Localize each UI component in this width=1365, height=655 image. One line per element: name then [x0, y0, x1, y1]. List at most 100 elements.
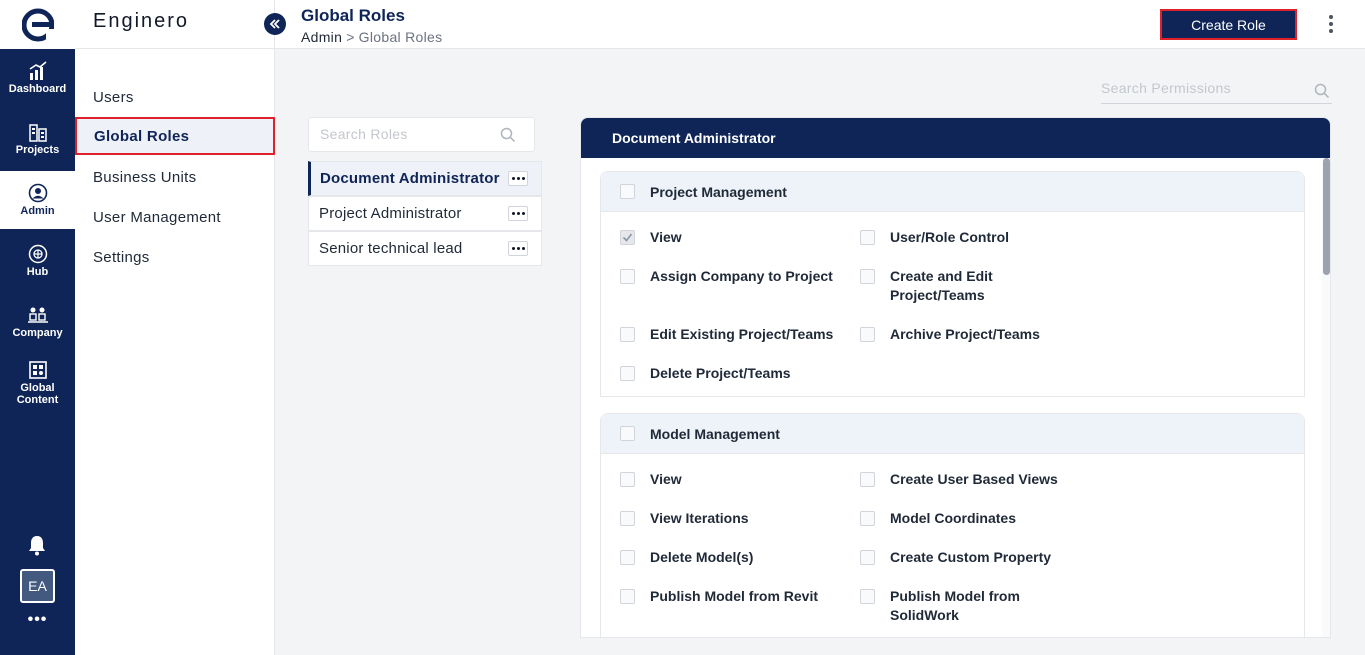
dot [521, 212, 525, 215]
notifications-button[interactable] [26, 534, 48, 561]
permission-label: Publish Model from [890, 588, 1020, 604]
global-content-icon [28, 361, 47, 379]
permission-label: Create User Based Views [890, 471, 1058, 487]
permission-item: Model Coordinates [860, 509, 1016, 528]
permission-label: Publish Model from Revit [650, 588, 819, 604]
permission-label: Delete Project/Teams [650, 365, 791, 381]
subnav-item-global-roles[interactable]: Global Roles [75, 117, 275, 155]
breadcrumb-separator: > [346, 29, 355, 45]
permission-checkbox[interactable] [860, 327, 875, 342]
checkmark-icon [622, 233, 633, 242]
search-roles-input[interactable] [320, 126, 490, 142]
permission-checkbox[interactable] [620, 550, 635, 565]
permission-checkbox[interactable] [620, 230, 635, 245]
permission-checkbox[interactable] [860, 589, 875, 604]
search-roles [308, 117, 535, 152]
subnav-item-users[interactable]: Users [75, 79, 275, 115]
permission-item: Create Custom Property [860, 548, 1051, 567]
permission-item: Create User Based Views [860, 470, 1058, 489]
scrollbar-thumb[interactable] [1323, 158, 1330, 275]
kebab-dot [1329, 15, 1333, 19]
role-item-senior-technical-lead[interactable]: Senior technical lead [308, 231, 542, 266]
permission-checkbox[interactable] [860, 269, 875, 284]
brand-name: Enginero [93, 10, 190, 32]
permission-item: Publish Model from Revit [620, 587, 818, 606]
collapse-sidebar-button[interactable] [264, 13, 286, 35]
permission-label: View Iterations [650, 510, 749, 526]
search-permissions-input[interactable] [1101, 80, 1301, 96]
permission-checkbox[interactable] [860, 550, 875, 565]
dot [521, 177, 525, 180]
create-role-button[interactable]: Create Role [1160, 9, 1297, 40]
search-permissions [1101, 80, 1332, 104]
kebab-dot [1329, 29, 1333, 33]
group-select-all-checkbox[interactable] [620, 184, 635, 199]
breadcrumb-current: Global Roles [358, 29, 443, 45]
permission-checkbox[interactable] [620, 511, 635, 526]
rail-item-global-content[interactable]: Global Content [0, 352, 75, 414]
company-people-icon [27, 307, 48, 323]
permission-group-project-management: Project Management View User/Role Contro… [600, 171, 1305, 397]
role-item-document-administrator[interactable]: Document Administrator [308, 161, 542, 196]
permission-checkbox[interactable] [620, 589, 635, 604]
permission-label-wrap: Create and Edit Project/Teams [890, 267, 993, 305]
rail-label: Projects [15, 144, 60, 156]
rail-label: Global [20, 382, 55, 394]
permission-checkbox[interactable] [620, 366, 635, 381]
role-more-button[interactable] [508, 241, 528, 256]
rail-item-admin[interactable]: Admin [0, 171, 75, 229]
permission-checkbox[interactable] [620, 472, 635, 487]
permission-label: Assign Company to Project [650, 268, 833, 284]
dot [516, 212, 520, 215]
group-select-all-checkbox[interactable] [620, 426, 635, 441]
rail-item-projects[interactable]: Projects [0, 110, 75, 168]
permission-label: Archive Project/Teams [890, 326, 1040, 342]
rail-label: Company [12, 327, 63, 339]
breadcrumb-admin[interactable]: Admin [301, 29, 342, 45]
dot [511, 177, 515, 180]
permission-checkbox[interactable] [860, 230, 875, 245]
permission-item: Create and Edit Project/Teams [860, 267, 993, 305]
more-options-button[interactable] [1323, 12, 1339, 36]
role-label: Senior technical lead [319, 240, 463, 257]
permission-checkbox[interactable] [620, 327, 635, 342]
permission-checkbox[interactable] [620, 269, 635, 284]
permission-label: View [650, 471, 682, 487]
panel-scrollbar[interactable] [1322, 158, 1330, 637]
admin-user-icon [28, 183, 47, 203]
app-logo[interactable] [0, 0, 75, 49]
role-item-project-administrator[interactable]: Project Administrator [308, 196, 542, 231]
permission-label: View [650, 229, 682, 245]
double-chevron-left-icon [269, 19, 280, 29]
dot [521, 247, 525, 250]
hub-network-icon [28, 244, 47, 264]
permissions-panel: Document Administrator Project Managemen… [580, 117, 1331, 638]
permission-item: Delete Model(s) [620, 548, 753, 567]
permission-label: User/Role Control [890, 229, 1010, 245]
brand-divider [75, 48, 275, 49]
rail-item-hub[interactable]: Hub [0, 232, 75, 290]
rail-label: Hub [26, 266, 49, 278]
permission-group-model-management: Model Management View Create User Based … [600, 413, 1305, 637]
permission-item: User/Role Control [860, 228, 1009, 247]
rail-more-button[interactable]: ••• [0, 611, 75, 629]
page-title: Global Roles [301, 6, 405, 25]
permission-label-line2: Project/Teams [890, 287, 985, 303]
role-more-button[interactable] [508, 171, 528, 186]
permission-checkbox[interactable] [860, 511, 875, 526]
permission-label: Model Coordinates [890, 510, 1017, 526]
rail-item-company[interactable]: Company [0, 293, 75, 351]
user-avatar[interactable]: EA [20, 569, 55, 603]
permission-item: Archive Project/Teams [860, 325, 1040, 344]
search-icon [500, 127, 516, 143]
rail-item-dashboard[interactable]: Dashboard [0, 49, 75, 107]
permission-checkbox[interactable] [860, 472, 875, 487]
subnav-item-user-management[interactable]: User Management [75, 199, 275, 235]
dot [516, 247, 520, 250]
subnav-item-business-units[interactable]: Business Units [75, 159, 275, 195]
chart-up-icon [29, 61, 47, 80]
group-header: Model Management [601, 414, 1304, 454]
role-more-button[interactable] [508, 206, 528, 221]
subnav-item-settings[interactable]: Settings [75, 239, 275, 275]
permission-item: View [620, 228, 682, 247]
